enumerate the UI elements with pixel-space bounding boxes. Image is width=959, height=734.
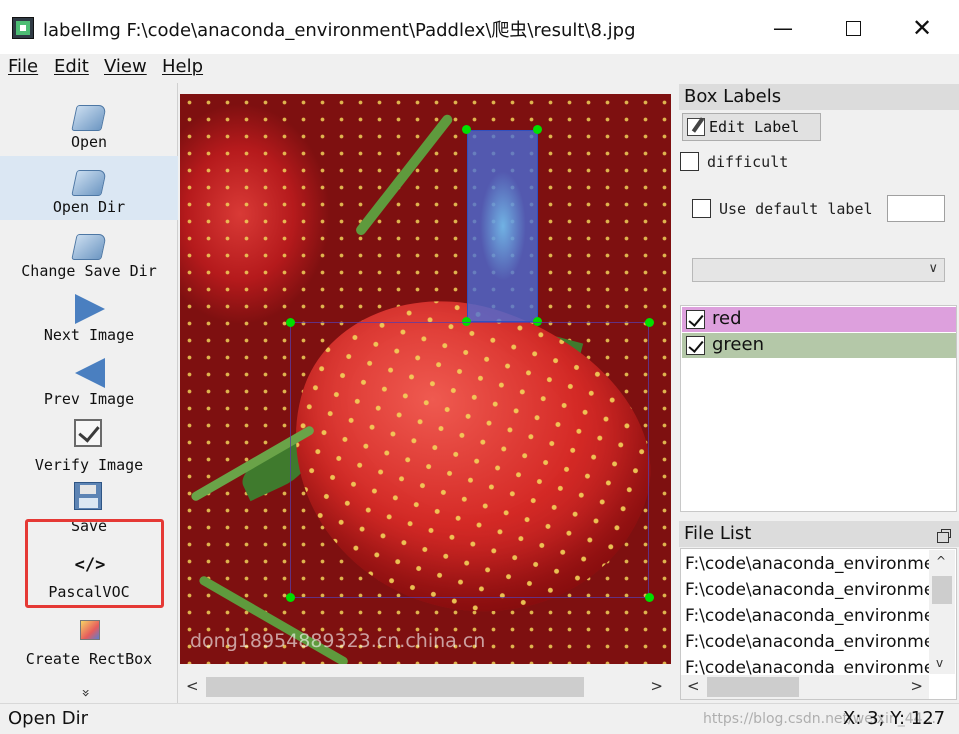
scroll-thumb[interactable]	[206, 677, 584, 697]
menu-bar: File Edit View Help	[0, 54, 959, 80]
scroll-thumb[interactable]	[932, 576, 952, 604]
status-bar: Open Dir https://blog.csdn.net/weixin_44…	[0, 703, 959, 734]
label-item-red[interactable]: red	[682, 307, 956, 332]
menu-view[interactable]: View	[104, 56, 147, 77]
default-label-input[interactable]	[887, 195, 945, 222]
prev-image-button[interactable]: Prev Image	[0, 348, 178, 412]
scroll-down-icon[interactable]: v	[936, 656, 943, 670]
menu-help[interactable]: Help	[162, 56, 203, 77]
edit-label-text: Edit Label	[709, 118, 800, 136]
checkbox-icon	[74, 419, 106, 451]
folder-open-icon	[71, 166, 107, 198]
window-title: labelImg F:\code\anaconda_environment\Pa…	[43, 20, 636, 41]
open-label: Open	[70, 133, 108, 151]
app-icon	[12, 17, 34, 39]
box-labels-title: Box Labels	[679, 84, 959, 110]
difficult-checkbox[interactable]	[680, 152, 699, 171]
edit-label-button[interactable]: Edit Label	[682, 113, 821, 141]
label-name: green	[712, 334, 764, 355]
scroll-right-icon[interactable]: >	[650, 677, 663, 695]
change-save-dir-button[interactable]: Change Save Dir	[0, 220, 178, 284]
scroll-left-icon[interactable]: <	[687, 677, 700, 695]
box-handle[interactable]	[286, 593, 295, 602]
file-list-horizontal-scrollbar[interactable]: < >	[681, 675, 929, 699]
toolbar-expand-icon[interactable]: »	[77, 689, 93, 698]
folder-open-icon	[71, 101, 107, 133]
verify-image-button[interactable]: Verify Image	[0, 414, 178, 478]
file-list-item[interactable]: F:\code\anaconda_environme	[685, 632, 935, 652]
label-item-green[interactable]: green	[682, 333, 956, 358]
next-image-label: Next Image	[43, 326, 135, 344]
scroll-right-icon[interactable]: >	[910, 677, 923, 695]
edit-pen-icon	[687, 118, 705, 136]
file-list-item[interactable]: F:\code\anaconda_environme	[685, 606, 935, 626]
image-watermark: dong18954889323.cn.china.cn	[190, 630, 486, 652]
menu-edit[interactable]: Edit	[54, 56, 89, 77]
verify-image-label: Verify Image	[34, 456, 144, 474]
create-rectbox-label: Create RectBox	[25, 650, 153, 668]
rect-box-icon	[74, 614, 106, 646]
label-checkbox[interactable]	[686, 336, 705, 355]
toolbar: Open Open Dir Change Save Dir Next Image…	[0, 83, 178, 703]
minimize-button[interactable]: —	[760, 8, 806, 48]
image-canvas[interactable]: dong18954889323.cn.china.cn	[180, 94, 671, 664]
bounding-box-green[interactable]	[290, 322, 649, 598]
box-handle[interactable]	[645, 318, 654, 327]
change-save-dir-label: Change Save Dir	[21, 262, 157, 280]
box-handle[interactable]	[533, 125, 542, 134]
difficult-label: difficult	[707, 153, 789, 171]
file-list-item[interactable]: F:\code\anaconda_environme	[685, 580, 935, 600]
dock-float-icon[interactable]	[937, 529, 951, 543]
file-list-title: File List	[679, 521, 959, 547]
use-default-label-text: Use default label	[719, 200, 873, 218]
label-list[interactable]: red green	[680, 305, 957, 512]
label-name: red	[712, 308, 742, 329]
cursor-coordinates: X: 3; Y: 127	[843, 708, 946, 729]
file-list-vertical-scrollbar[interactable]: ^ v	[929, 550, 955, 674]
title-bar: labelImg F:\code\anaconda_environment\Pa…	[0, 0, 959, 56]
open-dir-button[interactable]: Open Dir	[0, 156, 178, 220]
close-button[interactable]: ✕	[899, 8, 945, 48]
status-message: Open Dir	[8, 708, 89, 729]
open-button[interactable]: Open	[0, 91, 178, 155]
scroll-up-icon[interactable]: ^	[936, 554, 946, 568]
prev-image-label: Prev Image	[43, 390, 135, 408]
floppy-disk-icon	[74, 482, 106, 514]
maximize-icon	[845, 20, 861, 36]
chevron-down-icon: ∨	[928, 261, 938, 276]
arrow-right-icon	[74, 294, 106, 326]
canvas-horizontal-scrollbar[interactable]: < >	[180, 674, 671, 700]
file-list-item[interactable]: F:\code\anaconda_environme	[685, 554, 935, 574]
label-combobox[interactable]: ∨	[692, 258, 945, 282]
bounding-box-red[interactable]	[467, 130, 538, 322]
next-image-button[interactable]: Next Image	[0, 284, 178, 348]
box-handle[interactable]	[286, 318, 295, 327]
use-default-label-checkbox[interactable]	[692, 199, 711, 218]
folder-open-icon	[71, 230, 107, 262]
maximize-button[interactable]	[830, 8, 876, 48]
box-handle[interactable]	[462, 125, 471, 134]
arrow-left-icon	[74, 358, 106, 390]
open-dir-label: Open Dir	[52, 198, 126, 216]
menu-file[interactable]: File	[8, 56, 38, 77]
scroll-thumb[interactable]	[707, 677, 799, 697]
create-rectbox-button[interactable]: Create RectBox	[0, 610, 178, 674]
annotation-highlight-box	[25, 519, 164, 608]
box-handle[interactable]	[645, 593, 654, 602]
scroll-left-icon[interactable]: <	[186, 677, 199, 695]
label-checkbox[interactable]	[686, 310, 705, 329]
